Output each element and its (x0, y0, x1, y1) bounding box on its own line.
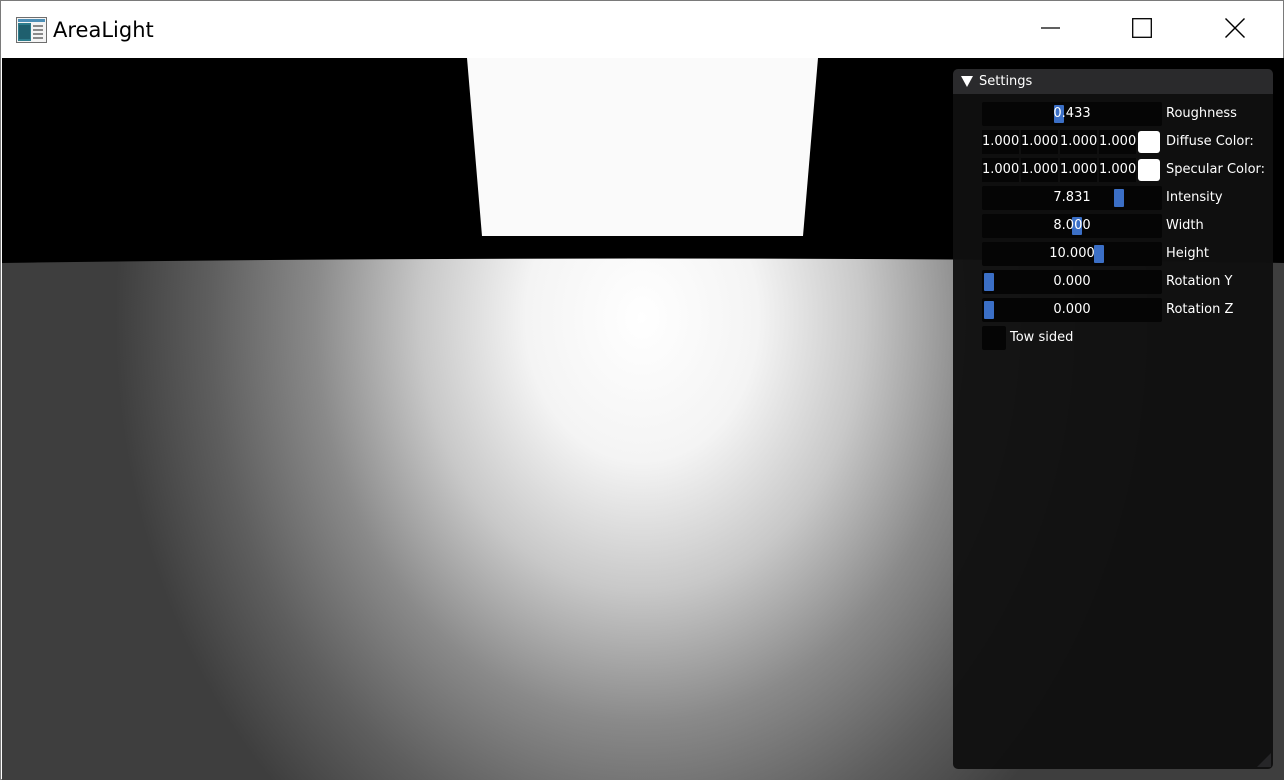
intensity-slider[interactable]: 7.831 (982, 186, 1162, 210)
app-window: AreaLight Settings 0.433 Roughness 1.000… (0, 0, 1284, 780)
height-value: 10.000 (1049, 246, 1095, 261)
rotation-z-slider[interactable]: 0.000 (982, 298, 1162, 322)
title-bar[interactable]: AreaLight (1, 1, 1283, 58)
collapse-triangle-icon[interactable] (961, 76, 973, 87)
maximize-icon (1132, 18, 1152, 42)
maximize-button[interactable] (1119, 9, 1165, 51)
settings-header[interactable]: Settings (953, 69, 1273, 94)
rotation-y-label: Rotation Y (1166, 274, 1233, 289)
two-sided-row: Tow sided (982, 326, 1267, 350)
area-light-quad (467, 58, 818, 236)
diffuse-r-field[interactable]: 1.000 (982, 130, 1019, 154)
roughness-label: Roughness (1166, 106, 1237, 121)
diffuse-color-label: Diffuse Color: (1166, 134, 1254, 149)
diffuse-b-field[interactable]: 1.000 (1060, 130, 1097, 154)
roughness-slider[interactable]: 0.433 (982, 102, 1162, 126)
resize-grip-icon[interactable] (1257, 753, 1271, 767)
window-title: AreaLight (53, 18, 154, 42)
width-label: Width (1166, 218, 1204, 233)
width-value: 8.000 (1053, 218, 1091, 233)
rotation-y-row: 0.000 Rotation Y (982, 270, 1267, 294)
minimize-button[interactable] (1028, 9, 1074, 51)
two-sided-label: Tow sided (1010, 330, 1074, 345)
rotation-y-value: 0.000 (1053, 274, 1091, 289)
width-row: 8.000 Width (982, 214, 1267, 238)
intensity-row: 7.831 Intensity (982, 186, 1267, 210)
settings-title: Settings (979, 74, 1033, 89)
rotation-y-slider[interactable]: 0.000 (982, 270, 1162, 294)
two-sided-checkbox[interactable] (982, 326, 1006, 350)
width-slider[interactable]: 8.000 (982, 214, 1162, 238)
specular-b-field[interactable]: 1.000 (1060, 158, 1097, 182)
specular-color-label: Specular Color: (1166, 162, 1266, 177)
specular-color-swatch[interactable] (1138, 159, 1160, 181)
roughness-row: 0.433 Roughness (982, 102, 1267, 126)
minimize-icon (1041, 18, 1061, 42)
diffuse-color-row: 1.000 1.000 1.000 1.000 Diffuse Color: (982, 130, 1267, 154)
specular-color-row: 1.000 1.000 1.000 1.000 Specular Color: (982, 158, 1267, 182)
diffuse-a-field[interactable]: 1.000 (1099, 130, 1136, 154)
diffuse-g-field[interactable]: 1.000 (1021, 130, 1058, 154)
diffuse-color-swatch[interactable] (1138, 131, 1160, 153)
close-icon (1225, 18, 1245, 42)
specular-a-field[interactable]: 1.000 (1099, 158, 1136, 182)
close-button[interactable] (1212, 9, 1258, 51)
rotation-z-label: Rotation Z (1166, 302, 1234, 317)
specular-g-field[interactable]: 1.000 (1021, 158, 1058, 182)
app-window-icon (16, 17, 47, 43)
height-label: Height (1166, 246, 1209, 261)
intensity-label: Intensity (1166, 190, 1223, 205)
roughness-value: 0.433 (1053, 106, 1091, 121)
rotation-z-value: 0.000 (1053, 302, 1091, 317)
height-row: 10.000 Height (982, 242, 1267, 266)
intensity-value: 7.831 (1053, 190, 1091, 205)
settings-panel: Settings 0.433 Roughness 1.000 1.000 1.0… (953, 69, 1273, 769)
specular-r-field[interactable]: 1.000 (982, 158, 1019, 182)
rotation-z-row: 0.000 Rotation Z (982, 298, 1267, 322)
height-slider[interactable]: 10.000 (982, 242, 1162, 266)
